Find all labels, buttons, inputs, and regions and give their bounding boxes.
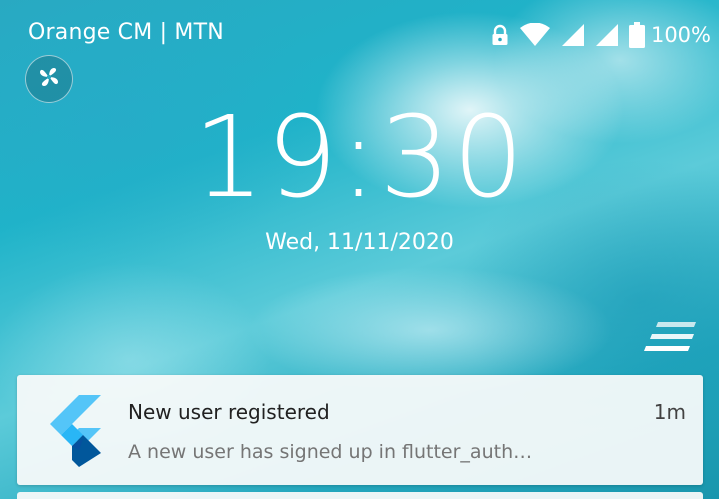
- flutter-logo-icon: [43, 395, 105, 467]
- clear-notifications-icon[interactable]: [644, 322, 698, 354]
- signal-icon: [561, 23, 585, 47]
- notification-body: A new user has signed up in flutter_auth…: [128, 441, 533, 463]
- notification-time: 1m: [653, 400, 686, 424]
- lock-icon: [491, 24, 509, 46]
- battery-percent: 100%: [650, 23, 711, 47]
- clock-date: Wed, 11/11/2020: [265, 230, 454, 255]
- notification-title: New user registered: [128, 400, 330, 424]
- wifi-icon: [519, 23, 551, 47]
- clock-time: 19:30: [193, 93, 526, 223]
- lock-screen: Orange CM | MTN 100% 19:30 Wed, 11/11/20…: [0, 0, 719, 499]
- fan-shortcut-button[interactable]: [25, 55, 73, 103]
- fan-icon: [37, 65, 61, 93]
- battery-icon: [628, 22, 645, 48]
- clock: 19:30: [0, 98, 719, 218]
- carrier-label: Orange CM | MTN: [28, 20, 224, 45]
- status-icons: 100%: [481, 20, 711, 50]
- signal-icon: [595, 23, 619, 47]
- next-notification-card[interactable]: [17, 492, 703, 499]
- notification-card[interactable]: New user registered 1m A new user has si…: [17, 375, 703, 485]
- status-bar: Orange CM | MTN 100%: [0, 0, 719, 60]
